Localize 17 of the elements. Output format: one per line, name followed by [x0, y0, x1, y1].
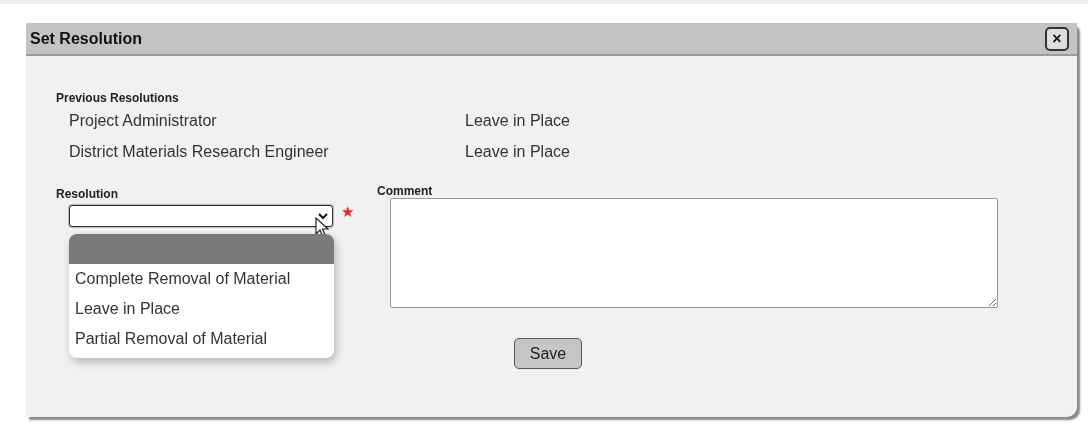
section-label: Previous Resolutions: [56, 91, 180, 105]
resolution-value: Leave in Place: [465, 142, 571, 161]
close-button[interactable]: ×: [1045, 26, 1069, 51]
dropdown-option[interactable]: Partial Removal of Material: [69, 324, 334, 354]
required-mark: ★: [341, 203, 354, 221]
dropdown-option[interactable]: Complete Removal of Material: [69, 264, 334, 294]
field-label: Resolution: [56, 187, 119, 201]
dropdown-option[interactable]: Leave in Place: [69, 294, 334, 324]
resolution-dropdown[interactable]: [69, 205, 333, 227]
window-title: Set Resolution: [30, 29, 142, 48]
role-name: District Materials Research Engineer: [69, 142, 330, 161]
comment-field[interactable]: [390, 198, 998, 308]
resolution-value: Leave in Place: [465, 111, 571, 130]
chevron-down-icon: [318, 212, 328, 220]
save-button[interactable]: Save: [514, 338, 582, 369]
field-label: Comment: [377, 184, 434, 198]
role-name: Project Administrator: [69, 111, 218, 130]
